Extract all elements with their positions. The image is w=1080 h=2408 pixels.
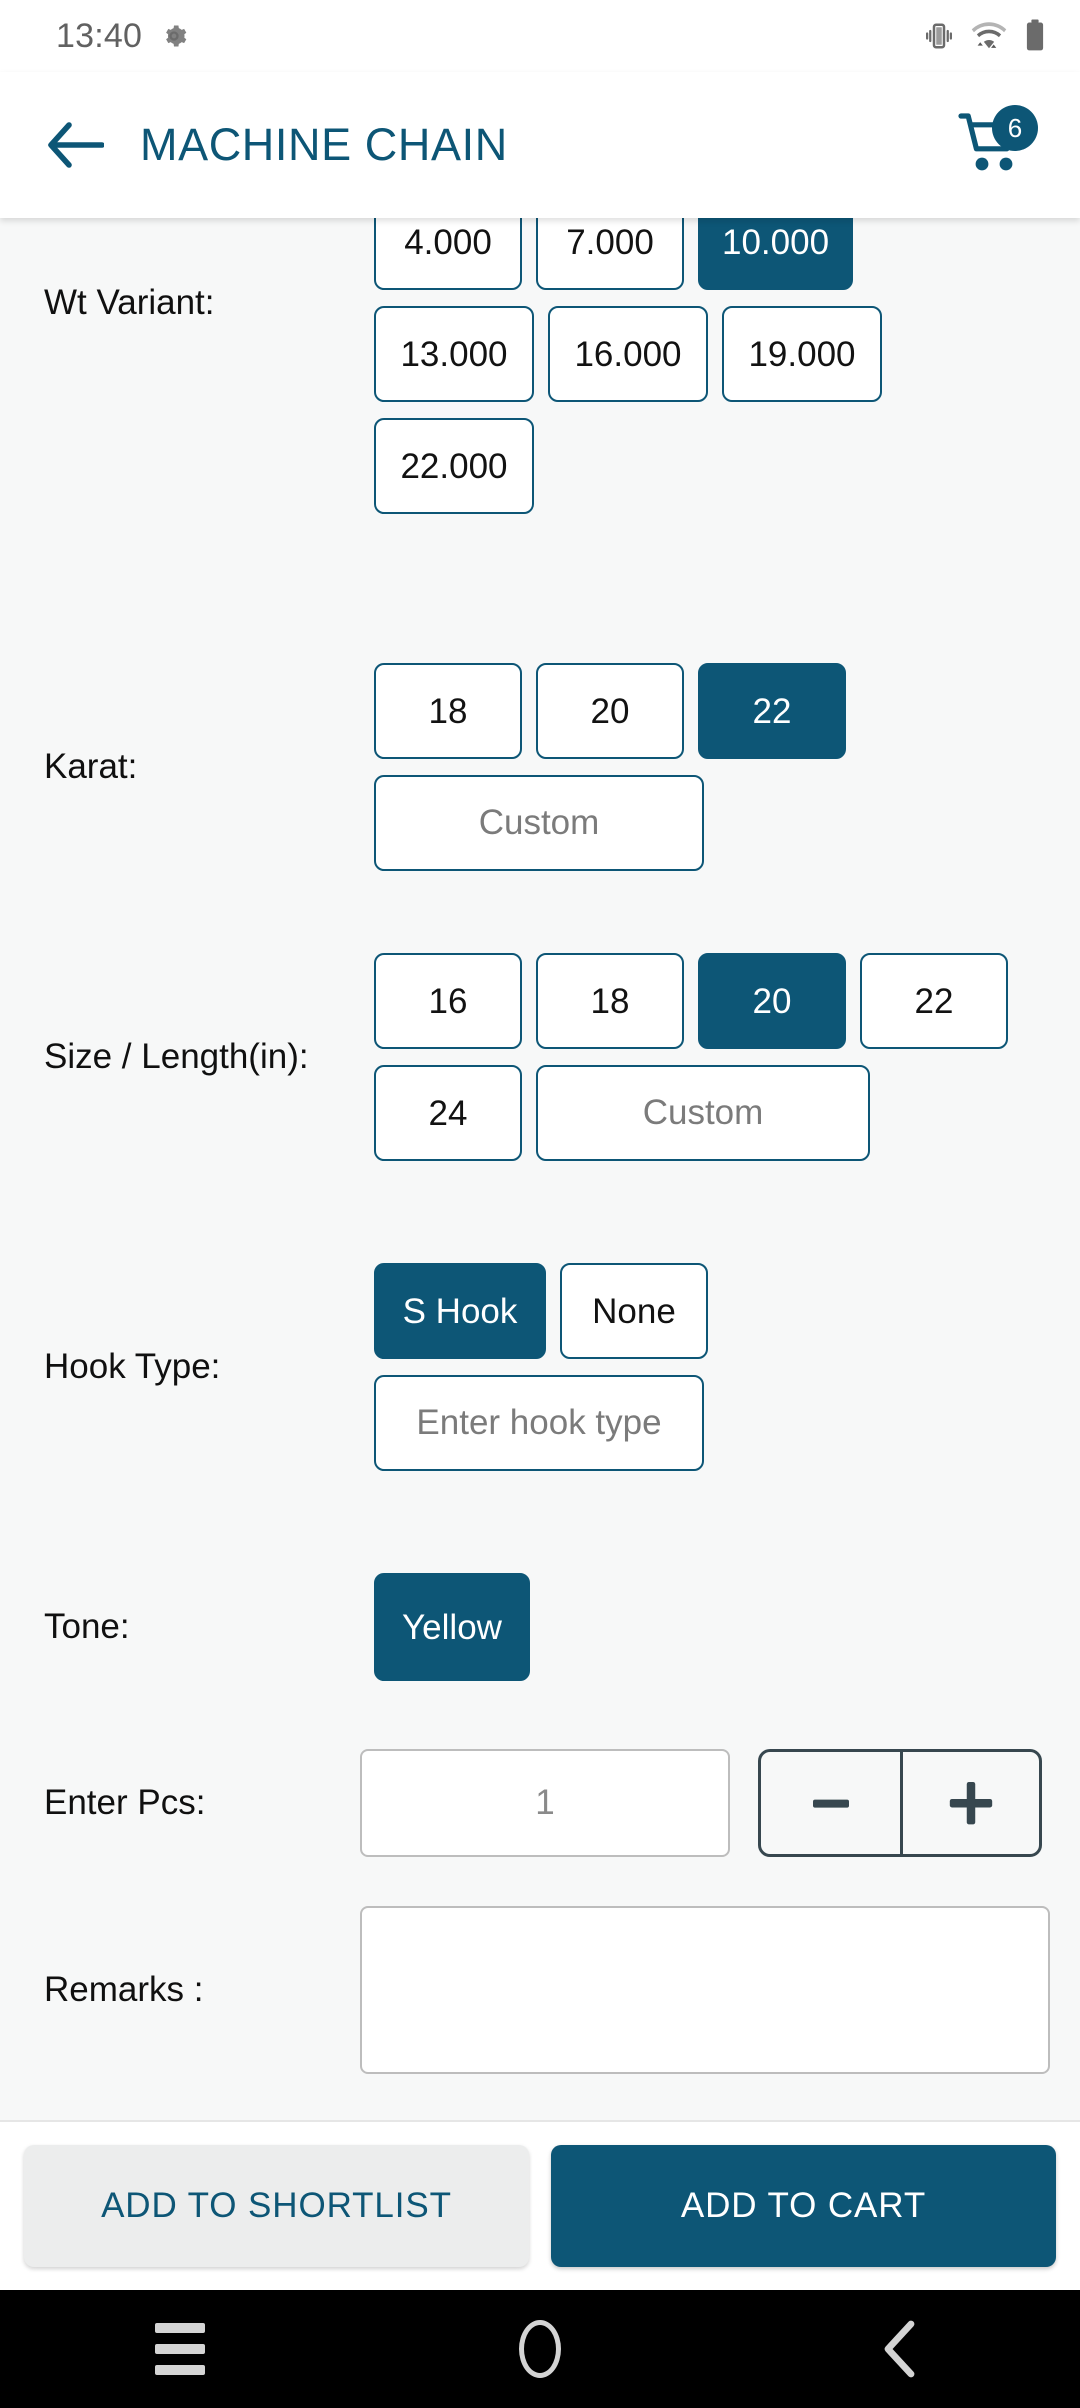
pcs-input[interactable] [360,1749,730,1857]
android-nav-bar [0,2290,1080,2408]
tone-chip[interactable]: Yellow [374,1573,530,1681]
arrow-left-icon [48,122,104,168]
pcs-stepper [758,1749,1042,1857]
wt-variant-chip[interactable]: 10.000 [698,218,854,290]
pcs-increment-button[interactable] [900,1752,1039,1854]
wifi-icon [971,22,1007,49]
tone-options: Yellow [374,1573,974,1681]
back-icon [884,2320,915,2378]
size-length-options: 16 18 20 22 24 [374,953,1034,1161]
home-icon [519,2320,561,2378]
plus-icon [949,1782,993,1825]
size-length-custom-input[interactable] [536,1065,870,1161]
size-length-chip[interactable]: 24 [374,1065,522,1161]
status-bar-left: 13:40 [56,19,188,53]
field-remarks: Remarks : [0,1884,1080,2096]
home-button[interactable] [465,2290,615,2408]
size-length-label: Size / Length(in): [44,1037,309,1076]
recents-button[interactable] [105,2290,255,2408]
cart-button[interactable]: 6 [948,99,1040,191]
karat-chip[interactable]: 22 [698,663,846,759]
cart-count-badge: 6 [992,105,1038,151]
karat-chip[interactable]: 18 [374,663,522,759]
app-screen: 13:40 MACHINE CHAIN 6 Wt Variant: 10.000… [0,0,1080,2408]
field-size-length: Size / Length(in): 16 18 20 22 24 [0,912,1080,1202]
back-nav-button[interactable] [825,2290,975,2408]
field-tone: Tone: Yellow [0,1532,1080,1722]
hook-type-label: Hook Type: [44,1347,221,1386]
field-hook-type: Hook Type: S Hook None [0,1202,1080,1532]
minus-icon [812,1799,849,1808]
page-title: MACHINE CHAIN [140,119,508,170]
hook-type-input[interactable] [374,1375,704,1471]
hook-type-chip[interactable]: S Hook [374,1263,546,1359]
karat-options: 18 20 22 [374,663,974,871]
field-pcs: Enter Pcs: [0,1722,1080,1884]
wt-variant-chip[interactable]: 7.000 [536,218,684,290]
add-to-shortlist-button[interactable]: ADD TO SHORTLIST [24,2145,529,2267]
size-length-chip[interactable]: 18 [536,953,684,1049]
pcs-label: Enter Pcs: [44,1783,206,1822]
bottom-action-bar: ADD TO SHORTLIST ADD TO CART [0,2120,1080,2290]
app-bar: MACHINE CHAIN 6 [0,72,1080,218]
product-options-form[interactable]: Wt Variant: 10.000 4.000 7.000 13.000 16… [0,218,1080,2120]
status-time: 13:40 [56,17,143,55]
pcs-controls [360,1749,1042,1857]
wt-variant-chip[interactable]: 19.000 [722,306,882,402]
wt-variant-chip[interactable]: 13.000 [374,306,534,402]
battery-icon [1026,19,1044,51]
remarks-label: Remarks : [44,1970,204,2009]
status-bar-right [924,18,1046,54]
wt-variant-label: Wt Variant: [44,283,215,322]
size-length-chip[interactable]: 20 [698,953,846,1049]
gear-icon [166,25,187,47]
size-length-chip[interactable]: 22 [860,953,1008,1049]
vibrate-icon [926,23,952,49]
recents-icon [155,2323,205,2375]
field-karat: Karat: 18 20 22 [0,622,1080,912]
wt-variant-chip[interactable]: 4.000 [374,218,522,290]
karat-label: Karat: [44,747,138,786]
size-length-chip[interactable]: 16 [374,953,522,1049]
karat-custom-input[interactable] [374,775,704,871]
back-button[interactable] [36,105,116,185]
tone-label: Tone: [44,1607,130,1646]
hook-type-chip[interactable]: None [560,1263,708,1359]
hook-type-options: S Hook None [374,1263,974,1471]
remarks-input[interactable] [360,1906,1050,2074]
status-bar: 13:40 [0,0,1080,72]
wt-variant-options: 10.000 4.000 7.000 13.000 16.000 19.000 … [374,218,974,514]
add-to-cart-button[interactable]: ADD TO CART [551,2145,1056,2267]
karat-chip[interactable]: 20 [536,663,684,759]
wt-variant-chip[interactable]: 22.000 [374,418,534,514]
field-wt-variant: Wt Variant: 10.000 4.000 7.000 13.000 16… [0,218,1080,622]
pcs-decrement-button[interactable] [761,1752,900,1854]
wt-variant-chip[interactable]: 16.000 [548,306,708,402]
